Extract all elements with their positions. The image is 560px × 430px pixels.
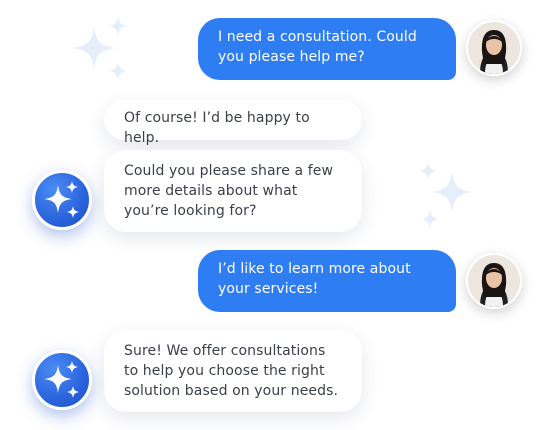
sparkles-icon — [44, 361, 79, 398]
user-message-bubble: I’d like to learn more about your servic… — [198, 250, 456, 312]
bot-avatar — [32, 170, 92, 230]
message-text: Could you please share a few more detail… — [124, 163, 334, 219]
message-text: Of course! I’d be happy to help. — [124, 110, 310, 146]
sparkles-decoration-icon — [419, 162, 472, 228]
bot-message-bubble: Of course! I’d be happy to help. — [104, 100, 362, 146]
user-avatar — [466, 20, 522, 76]
user-avatar — [466, 253, 522, 309]
bot-avatar — [32, 350, 92, 410]
message-text: I need a consultation. Could you please … — [218, 29, 417, 65]
sparkles-decoration-icon — [72, 16, 128, 80]
sparkles-icon — [44, 181, 79, 218]
user-message-bubble: I need a consultation. Could you please … — [198, 18, 456, 80]
message-text: Sure! We offer consultations to help you… — [124, 343, 339, 399]
bot-message-bubble: Sure! We offer consultations to help you… — [104, 330, 362, 412]
chat-conversation: I need a consultation. Could you please … — [0, 0, 560, 430]
bot-message-bubble: Could you please share a few more detail… — [104, 150, 362, 232]
message-text: I’d like to learn more about your servic… — [218, 261, 411, 297]
